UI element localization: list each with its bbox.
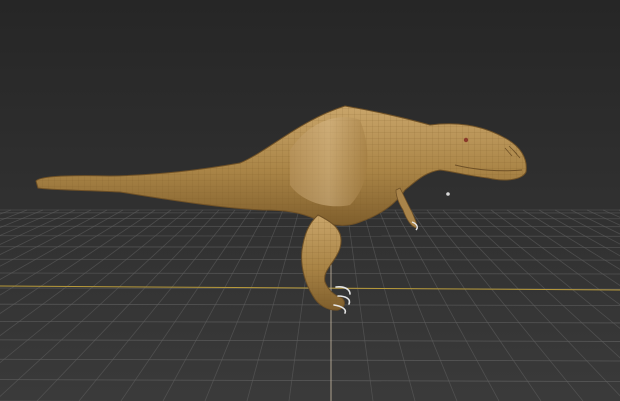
grid-line-vertical — [36, 209, 220, 401]
dinosaur-model[interactable] — [35, 105, 527, 314]
3d-viewport[interactable] — [0, 0, 620, 401]
grid-line-vertical — [346, 209, 374, 401]
pivot-marker[interactable] — [446, 192, 450, 196]
grid-line-vertical — [0, 209, 108, 267]
model-eye — [463, 137, 469, 143]
model-body-scales — [36, 106, 527, 226]
grid-line-horizontal — [0, 303, 620, 306]
grid-line-vertical — [0, 209, 44, 228]
grid-line-vertical — [120, 209, 252, 401]
grid-line-vertical — [0, 209, 188, 364]
grid-line-horizontal — [0, 358, 620, 362]
grid-line-vertical — [246, 209, 300, 401]
grid-line-vertical — [204, 209, 284, 401]
grid-line-vertical — [162, 209, 268, 401]
grid-line-vertical — [78, 209, 236, 401]
grid-line-vertical — [0, 209, 12, 215]
grid-line-vertical — [0, 209, 60, 236]
grid-line-vertical — [362, 209, 416, 401]
scene[interactable] — [0, 0, 620, 401]
grid-line-vertical — [0, 209, 204, 397]
grid-line-vertical — [0, 209, 92, 256]
grid-line-vertical — [0, 209, 124, 280]
grid-line-horizontal — [0, 321, 620, 324]
grid-line-horizontal — [0, 339, 620, 342]
